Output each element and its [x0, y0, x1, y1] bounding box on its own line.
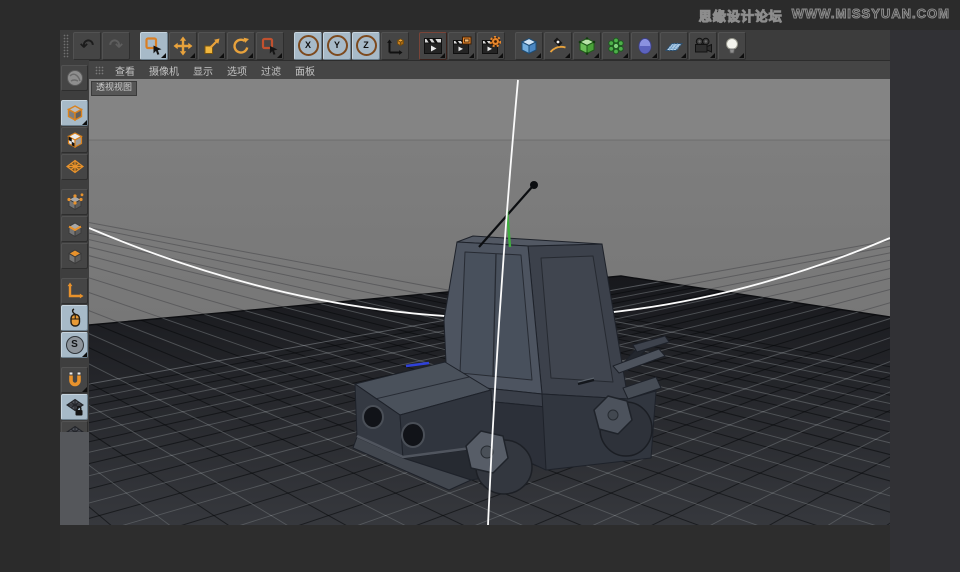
add-environment-button[interactable]	[631, 31, 659, 60]
menu-view[interactable]: 查看	[108, 63, 142, 78]
live-selection-icon	[145, 36, 162, 55]
sky	[89, 79, 890, 140]
add-spline-button[interactable]	[544, 31, 572, 60]
make-editable-button[interactable]	[61, 65, 88, 91]
car-rear-wheel-cap	[607, 409, 619, 421]
edges-mode-icon	[67, 222, 82, 238]
render-region-icon	[453, 36, 472, 54]
render-view-icon	[424, 37, 442, 54]
coordinate-system-icon	[387, 37, 405, 55]
add-floor-icon	[664, 42, 684, 51]
scale-icon	[204, 38, 220, 54]
redo-button[interactable]: ↷	[102, 31, 130, 60]
snap-button[interactable]: S	[61, 332, 88, 358]
watermark-site-url: WWW.MISSYUAN.COM	[791, 6, 950, 22]
model-mode-icon	[66, 105, 83, 122]
menu-filter[interactable]: 过滤	[254, 63, 288, 78]
edges-mode-button[interactable]	[61, 216, 88, 242]
magnet-icon	[68, 371, 81, 387]
texture-mode-button[interactable]	[61, 127, 88, 153]
add-subdivision-button[interactable]	[573, 31, 601, 60]
polygons-mode-icon	[67, 249, 82, 265]
move-icon	[173, 36, 193, 55]
add-array-button[interactable]	[602, 31, 630, 60]
render-region-button[interactable]	[448, 31, 476, 60]
redo-icon: ↷	[108, 36, 124, 55]
menu-cameras[interactable]: 摄像机	[142, 63, 186, 78]
bottom-margin-panel	[60, 525, 890, 572]
add-cube-icon	[520, 37, 538, 54]
toolbar-drag-handle[interactable]	[63, 33, 69, 58]
make-editable-icon	[66, 70, 83, 86]
axis-mode-icon	[67, 282, 83, 299]
add-camera-icon	[695, 37, 712, 53]
points-mode-icon	[66, 193, 83, 211]
tweak-mode-button[interactable]	[61, 305, 88, 331]
model-mode-button[interactable]	[61, 100, 88, 126]
polygons-mode-button[interactable]	[61, 243, 88, 269]
add-floor-button[interactable]	[660, 31, 688, 60]
lock-z-icon: Z	[355, 35, 377, 56]
render-settings-button[interactable]	[477, 31, 505, 60]
add-cube-button[interactable]	[515, 31, 543, 60]
watermark-site-name: 思缘设计论坛	[698, 9, 783, 25]
lock-x-icon: X	[297, 35, 319, 56]
car-headlight-left	[362, 405, 384, 429]
workplane-lock-icon	[65, 398, 84, 416]
move-tool-button[interactable]	[169, 31, 197, 60]
scale-tool-button[interactable]	[198, 31, 226, 60]
mode-sidebar: S	[60, 60, 89, 447]
menu-display[interactable]: 显示	[186, 63, 220, 78]
last-selection-tool-button[interactable]	[256, 31, 284, 60]
viewport-menubar: 查看 摄像机 显示 选项 过滤 面板	[89, 60, 890, 79]
add-camera-button[interactable]	[689, 31, 717, 60]
add-array-icon	[608, 37, 624, 54]
car-headlight-right	[401, 422, 425, 448]
axis-mode-button[interactable]	[61, 278, 88, 304]
lock-x-axis-button[interactable]: X	[294, 31, 322, 60]
add-subdivision-icon	[578, 36, 596, 55]
lock-y-icon: Y	[326, 35, 348, 56]
snap-icon: S	[65, 336, 84, 354]
main-toolbar: ↶ ↷ X Y Z	[60, 30, 890, 61]
watermark: 思缘设计论坛 WWW.MISSYUAN.COM	[698, 6, 950, 25]
workplane-lock-button[interactable]	[61, 394, 88, 420]
rotate-tool-button[interactable]	[227, 31, 255, 60]
tweak-mouse-icon	[69, 308, 80, 327]
scene-canvas	[89, 79, 890, 525]
viewport-label: 透视视图	[91, 81, 138, 96]
lock-z-axis-button[interactable]: Z	[352, 31, 380, 60]
magnet-button[interactable]	[61, 367, 88, 393]
undo-button[interactable]: ↶	[73, 31, 101, 60]
rotate-icon	[233, 37, 249, 54]
points-mode-button[interactable]	[61, 189, 88, 215]
coordinate-system-button[interactable]	[381, 31, 409, 60]
right-margin-panel	[890, 30, 960, 572]
menu-panel[interactable]: 面板	[288, 63, 322, 78]
application-window: 思缘设计论坛 WWW.MISSYUAN.COM ↶ ↷ X Y Z S 查看 摄…	[0, 0, 960, 572]
add-light-icon	[726, 37, 738, 53]
render-settings-icon	[482, 35, 501, 54]
selection-dropdown-icon	[261, 37, 278, 55]
lock-y-axis-button[interactable]: Y	[323, 31, 351, 60]
car-antenna-tip	[530, 181, 538, 189]
viewport-3d[interactable]: 透视视图	[89, 79, 890, 525]
menu-options[interactable]: 选项	[220, 63, 254, 78]
workplane-mode-icon	[65, 159, 84, 174]
add-light-button[interactable]	[718, 31, 746, 60]
live-selection-button[interactable]	[140, 31, 168, 60]
render-view-button[interactable]	[419, 31, 447, 60]
workplane-mode-button[interactable]	[61, 154, 88, 180]
texture-mode-icon	[66, 132, 83, 149]
sidebar-extension	[60, 432, 89, 525]
add-spline-icon	[549, 37, 566, 53]
add-environment-icon	[638, 37, 652, 54]
undo-icon: ↶	[79, 36, 95, 55]
menubar-drag-handle[interactable]	[95, 65, 104, 75]
